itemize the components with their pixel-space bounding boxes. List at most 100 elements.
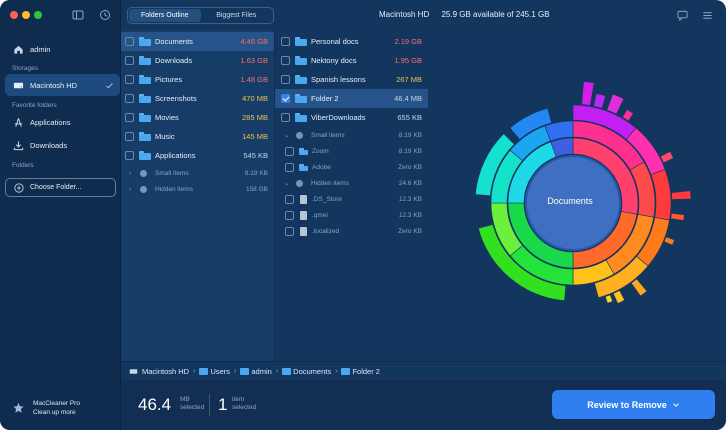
checkbox[interactable] bbox=[281, 75, 290, 84]
choose-folder-button[interactable]: Choose Folder... bbox=[5, 178, 116, 197]
list-item[interactable]: Adobe Zero KB bbox=[275, 159, 428, 175]
folder-icon bbox=[295, 37, 307, 46]
divider bbox=[209, 394, 210, 416]
sunburst-segment[interactable] bbox=[660, 150, 674, 164]
folder-column-1: Documents 4.46 GB Downloads 1.63 GB Pict… bbox=[121, 31, 274, 361]
list-item[interactable]: Personal docs 2.19 GB bbox=[275, 32, 428, 51]
list-item-selected[interactable]: Folder 2 46.4 MB bbox=[275, 89, 428, 108]
folder-icon bbox=[139, 132, 151, 141]
checkbox[interactable] bbox=[285, 210, 294, 220]
list-item[interactable]: ViberDownloads 655 KB bbox=[275, 108, 428, 127]
item-size: 8.19 KB bbox=[398, 131, 422, 139]
checkbox[interactable] bbox=[125, 113, 134, 122]
list-item[interactable]: Music 145 MB bbox=[121, 127, 274, 146]
sidebar-item-user[interactable]: admin bbox=[5, 38, 120, 60]
checkbox[interactable] bbox=[125, 94, 134, 103]
list-item-small-items[interactable]: › Small items 8.19 KB bbox=[121, 165, 274, 181]
sunburst-segment[interactable] bbox=[671, 190, 692, 200]
checkbox[interactable] bbox=[285, 226, 294, 236]
sunburst-segment[interactable] bbox=[630, 278, 648, 297]
chevron-down-icon[interactable]: ⌄ bbox=[284, 179, 290, 187]
checkbox[interactable] bbox=[125, 75, 134, 84]
sunburst-segment[interactable] bbox=[670, 213, 685, 221]
list-item[interactable]: Documents 4.46 GB bbox=[121, 32, 274, 51]
feedback-icon[interactable] bbox=[677, 10, 688, 22]
item-name: Personal docs bbox=[311, 37, 359, 46]
item-size: Zero KB bbox=[398, 163, 422, 171]
list-item[interactable]: Applications 545 KB bbox=[121, 146, 274, 165]
zoom-window-button[interactable] bbox=[34, 11, 42, 19]
breadcrumb-item[interactable]: admin bbox=[240, 367, 272, 376]
list-item[interactable]: Spanish lessons 267 MB bbox=[275, 70, 428, 89]
folder-icon bbox=[139, 94, 151, 103]
sidebar: admin Storages Macintosh HD Favorite fol… bbox=[0, 0, 121, 430]
sunburst-segment[interactable] bbox=[593, 93, 607, 109]
item-name: Hidden items bbox=[155, 185, 193, 193]
checkbox[interactable] bbox=[285, 146, 294, 156]
checkbox[interactable] bbox=[285, 194, 294, 204]
list-item[interactable]: Movies 285 MB bbox=[121, 108, 274, 127]
small-items-icon bbox=[140, 169, 147, 177]
history-icon[interactable] bbox=[99, 9, 111, 21]
folder-icon bbox=[139, 56, 151, 65]
list-item[interactable]: Pictures 1.48 GB bbox=[121, 70, 274, 89]
list-item[interactable]: Zoom 8.19 KB bbox=[275, 143, 428, 159]
minimize-window-button[interactable] bbox=[22, 11, 30, 19]
footer: 46.4 MB selected 1 item selected Review … bbox=[121, 380, 726, 430]
sunburst-segment[interactable] bbox=[606, 93, 625, 115]
breadcrumb-item[interactable]: Users bbox=[199, 367, 230, 376]
home-icon bbox=[14, 45, 23, 54]
list-item-hidden-items[interactable]: ⌄ Hidden items 24.6 KB bbox=[275, 175, 428, 191]
review-to-remove-button[interactable]: Review to Remove bbox=[552, 390, 715, 419]
list-item[interactable]: .localized Zero KB bbox=[275, 223, 428, 239]
tab-biggest-files[interactable]: Biggest Files bbox=[201, 9, 273, 22]
selected-size-unit: MB bbox=[180, 396, 190, 403]
checkbox[interactable] bbox=[285, 162, 294, 172]
small-items-icon bbox=[296, 131, 303, 139]
folder-icon bbox=[139, 75, 151, 84]
list-item[interactable]: Downloads 1.63 GB bbox=[121, 51, 274, 70]
folder-icon bbox=[295, 56, 307, 65]
app-tagline: Clean up more bbox=[33, 409, 76, 416]
list-item-hidden-items[interactable]: › Hidden items 158 GB bbox=[121, 181, 274, 197]
sunburst-segment[interactable] bbox=[612, 290, 626, 304]
sidebar-item-downloads[interactable]: Downloads bbox=[5, 134, 120, 156]
breadcrumb-item[interactable]: Folder 2 bbox=[341, 367, 380, 376]
sidebar-toggle-icon[interactable] bbox=[72, 9, 84, 21]
chevron-down-icon[interactable]: ⌄ bbox=[284, 131, 290, 139]
sidebar-item-macintosh-hd[interactable]: Macintosh HD bbox=[5, 74, 120, 96]
folder-icon bbox=[299, 163, 308, 171]
menu-icon[interactable] bbox=[702, 10, 713, 21]
list-item[interactable]: Nektony docs 1.95 GB bbox=[275, 51, 428, 70]
close-window-button[interactable] bbox=[10, 11, 18, 19]
breadcrumb-item[interactable]: Documents bbox=[282, 367, 331, 376]
checkbox[interactable] bbox=[125, 132, 134, 141]
item-size: 1.48 GB bbox=[240, 75, 268, 84]
folder-icon bbox=[139, 113, 151, 122]
tab-folders-outline[interactable]: Folders Outline bbox=[129, 9, 201, 22]
disk-name: Macintosh HD bbox=[379, 10, 430, 19]
sidebar-item-applications[interactable]: Applications bbox=[5, 111, 120, 133]
item-size: 267 MB bbox=[396, 75, 422, 84]
sunburst-segment[interactable] bbox=[604, 294, 614, 304]
chevron-right-icon[interactable]: › bbox=[129, 170, 131, 177]
sunburst-segment[interactable] bbox=[663, 236, 675, 246]
checkbox[interactable] bbox=[125, 56, 134, 65]
checkbox[interactable] bbox=[281, 56, 290, 65]
checkbox[interactable] bbox=[281, 113, 290, 122]
checkbox[interactable] bbox=[125, 37, 134, 46]
breadcrumb-item[interactable]: Macintosh HD bbox=[142, 367, 189, 376]
list-item[interactable]: Screenshots 470 MB bbox=[121, 89, 274, 108]
item-name: Small items bbox=[311, 131, 345, 139]
sunburst-segment[interactable] bbox=[581, 81, 595, 106]
sunburst-chart[interactable]: Documents bbox=[428, 31, 726, 361]
list-item[interactable]: .qmei 12.3 KB bbox=[275, 207, 428, 223]
list-item-small-items[interactable]: ⌄ Small items 8.19 KB bbox=[275, 127, 428, 143]
checkbox[interactable] bbox=[125, 151, 134, 160]
checkbox[interactable] bbox=[281, 37, 290, 46]
app-brand[interactable]: MacCleaner Pro Clean up more bbox=[12, 399, 80, 417]
chevron-right-icon[interactable]: › bbox=[129, 186, 131, 193]
item-size: 12.3 KB bbox=[398, 211, 422, 219]
list-item[interactable]: .DS_Store 12.3 KB bbox=[275, 191, 428, 207]
checkbox-checked[interactable] bbox=[281, 94, 290, 103]
